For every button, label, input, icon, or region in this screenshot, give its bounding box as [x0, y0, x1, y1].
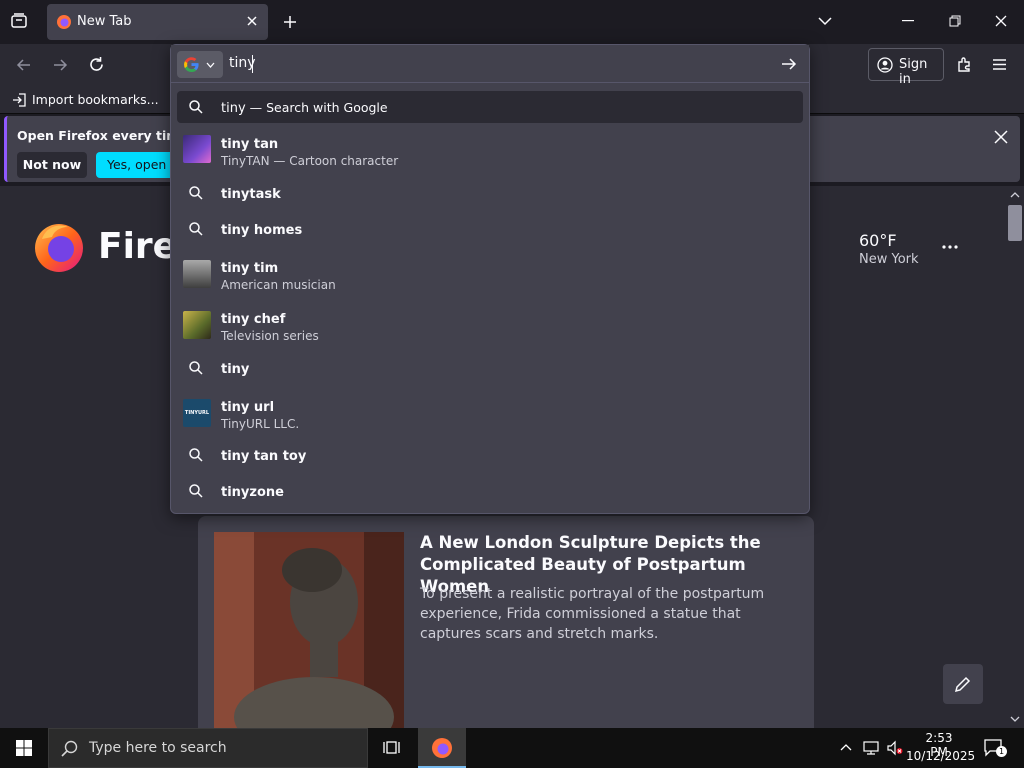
extensions-icon[interactable]	[956, 56, 973, 73]
suggestion-text: tiny chef	[221, 312, 286, 327]
story-image	[214, 532, 404, 732]
suggestion-text: tiny	[221, 362, 250, 377]
customize-button[interactable]	[943, 664, 983, 704]
tab-list-icon[interactable]	[10, 12, 28, 30]
weather-city[interactable]: New York	[859, 252, 919, 267]
windows-start-icon[interactable]	[16, 740, 32, 756]
suggestion-thumbnail	[183, 260, 211, 288]
page-scrollbar[interactable]	[1006, 190, 1024, 728]
url-input[interactable]	[229, 55, 749, 71]
sign-in-button[interactable]: Sign in	[868, 48, 944, 87]
restore-icon[interactable]	[949, 15, 961, 27]
suggestion-row[interactable]: tiny tan TinyTAN — Cartoon character	[177, 130, 803, 170]
back-arrow-icon[interactable]	[16, 57, 32, 73]
suggestion-text: tiny — Search with Google	[221, 100, 388, 116]
scrollbar-thumb[interactable]	[1008, 205, 1022, 241]
firefox-icon	[56, 14, 72, 30]
search-icon	[189, 484, 203, 498]
suggestion-row[interactable]: tiny	[177, 352, 803, 388]
not-now-button[interactable]: Not now	[17, 152, 87, 178]
notification-count-badge: 1	[996, 746, 1007, 757]
search-icon	[189, 222, 203, 236]
import-icon	[12, 93, 27, 107]
scroll-up-icon[interactable]	[1010, 192, 1020, 198]
tab-new-tab[interactable]: New Tab	[47, 4, 268, 40]
taskbar-search-box[interactable]: Type here to search	[48, 728, 368, 768]
suggestion-thumbnail	[183, 311, 211, 339]
search-engine-button[interactable]	[177, 51, 223, 78]
windows-taskbar: Type here to search 2:53 PM 10/12/2025 1	[0, 728, 1024, 768]
search-icon	[189, 361, 203, 375]
forward-arrow-icon[interactable]	[52, 57, 68, 73]
suggestion-subtitle: Television series	[221, 329, 319, 343]
google-icon	[183, 56, 200, 73]
firefox-icon	[431, 737, 453, 759]
suggestion-row[interactable]: tiny chef Television series	[177, 304, 803, 346]
taskbar-search-placeholder: Type here to search	[89, 740, 227, 756]
notification-center-icon[interactable]: 1	[984, 739, 1007, 757]
taskbar-firefox-button[interactable]	[418, 728, 466, 768]
menu-icon[interactable]	[992, 58, 1007, 71]
search-icon	[189, 100, 203, 114]
suggestion-subtitle: TinyURL LLC.	[221, 417, 300, 431]
tinyurl-logo: TINYURL	[183, 399, 211, 427]
new-tab-icon[interactable]	[282, 14, 298, 30]
suggestion-row[interactable]: tiny tan toy	[177, 439, 803, 475]
chevron-up-icon[interactable]	[840, 743, 852, 751]
suggestion-row[interactable]: tinytask	[177, 177, 803, 213]
import-bookmarks-label: Import bookmarks...	[32, 92, 159, 107]
suggestion-text: tiny tan	[221, 137, 279, 152]
suggestion-subtitle: TinyTAN — Cartoon character	[221, 154, 399, 168]
suggestion-text: tinytask	[221, 187, 281, 202]
search-icon	[61, 740, 78, 757]
close-window-icon[interactable]	[995, 15, 1007, 27]
chevron-down-icon[interactable]	[818, 16, 832, 26]
go-arrow-icon[interactable]	[781, 57, 797, 71]
firefox-logo-icon	[32, 219, 86, 273]
tab-title: New Tab	[77, 14, 132, 29]
pencil-icon	[954, 675, 972, 693]
search-icon	[189, 448, 203, 462]
story-description: To present a realistic portrayal of the …	[420, 586, 765, 642]
story-card[interactable]: A New London Sculpture Depicts the Compl…	[198, 516, 814, 736]
tab-strip: New Tab	[0, 0, 1024, 44]
urlbar	[171, 45, 809, 83]
suggestion-text: tiny url	[221, 400, 275, 415]
sign-in-label: Sign in	[899, 57, 928, 87]
more-options-icon[interactable]	[942, 245, 958, 249]
suggestion-row[interactable]: tinyzone	[177, 475, 803, 511]
suggestion-text: tinyzone	[221, 485, 284, 500]
search-icon	[189, 186, 203, 200]
network-icon[interactable]	[862, 740, 880, 756]
suggestion-row[interactable]: TINYURL tiny url TinyURL LLC.	[177, 392, 803, 434]
suggestion-text: tiny tim	[221, 261, 279, 276]
close-tab-icon[interactable]	[246, 15, 258, 27]
task-view-icon[interactable]	[383, 739, 401, 757]
minimize-icon[interactable]	[902, 20, 914, 22]
close-notification-icon[interactable]	[994, 130, 1008, 144]
reload-icon[interactable]	[88, 56, 105, 73]
account-icon	[877, 57, 893, 73]
clock-date[interactable]: 10/12/2025	[906, 749, 975, 763]
suggestion-row[interactable]: tiny — Search with Google	[177, 91, 803, 123]
suggestion-text: tiny tan toy	[221, 449, 307, 464]
weather-temperature[interactable]: 60°F	[859, 231, 897, 250]
suggestion-thumbnail	[183, 135, 211, 163]
suggestion-text: tiny homes	[221, 223, 303, 238]
urlbar-dropdown: tiny — Search with Google tiny tan TinyT…	[170, 44, 810, 514]
volume-muted-icon[interactable]	[886, 740, 904, 756]
suggestion-subtitle: American musician	[221, 278, 336, 292]
scroll-down-icon[interactable]	[1010, 716, 1020, 722]
suggestion-row[interactable]: tiny homes	[177, 213, 803, 249]
suggestion-row[interactable]: tiny tim American musician	[177, 253, 803, 295]
chevron-down-icon	[206, 62, 215, 68]
text-caret	[252, 55, 253, 73]
